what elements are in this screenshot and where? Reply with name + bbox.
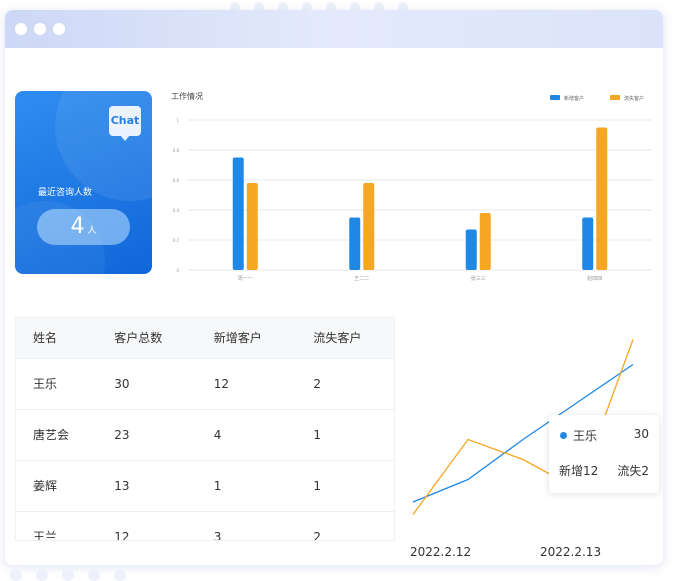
legend-swatch — [610, 95, 620, 100]
x-tick-label: 赵四四 — [587, 275, 602, 282]
cell-name: 姜辉 — [16, 459, 98, 511]
cell-name: 王乐 — [16, 357, 98, 409]
legend-label: 新增客户 — [564, 95, 584, 102]
cell-name: 王兰 — [16, 510, 98, 540]
bar-lost — [479, 213, 491, 270]
window-dot-3[interactable] — [53, 23, 65, 35]
header-name: 姓名 — [16, 318, 98, 358]
x-tick-label: 张三三 — [471, 275, 486, 282]
header-total: 客户总数 — [97, 318, 197, 358]
y-tick-label: 0.4 — [173, 208, 180, 213]
table-row[interactable]: 王乐 30 12 2 — [16, 357, 394, 409]
cell-new: 3 — [196, 510, 297, 540]
x-tick-label: 王二二 — [354, 276, 369, 282]
y-tick-label: 1 — [176, 118, 179, 123]
y-tick-label: 0 — [176, 268, 179, 273]
window-dot-1[interactable] — [15, 23, 27, 35]
legend-label: 流失客户 — [624, 95, 644, 102]
bar-chart-title: 工作情况 — [171, 91, 203, 101]
y-tick-label: 0.6 — [173, 178, 180, 183]
y-tick-label: 0.2 — [173, 238, 180, 243]
cell-total: 12 — [97, 510, 197, 540]
tooltip-lost: 流失2 — [617, 464, 649, 478]
tooltip-series-dot — [560, 432, 567, 439]
table-row[interactable]: 姜辉 13 1 1 — [16, 459, 394, 511]
consult-count-unit: 人 — [87, 226, 97, 236]
cell-lost: 1 — [296, 459, 394, 511]
bar-lost — [596, 127, 608, 270]
chat-icon: Chat — [109, 106, 141, 141]
bar-new — [232, 157, 244, 270]
bar-lost — [246, 183, 258, 270]
y-tick-label: 0.8 — [173, 148, 180, 153]
x-tick-label: 周一一 — [238, 276, 253, 282]
header-new: 新增客户 — [196, 318, 297, 358]
recent-consult-card: Chat 最近咨询人数 4人 — [15, 91, 152, 274]
cell-new: 12 — [196, 357, 297, 409]
table-row[interactable]: 王兰 12 3 2 — [16, 510, 394, 540]
bar-new — [465, 229, 477, 270]
chart-tooltip: 王乐 30 新增12 流失2 — [549, 415, 659, 493]
window-dot-2[interactable] — [34, 23, 46, 35]
bar-lost — [363, 183, 375, 270]
work-status-bar-chart: 工作情况 新增客户 流失客户 0 0.2 0.4 0.6 0.8 1 周一一 王二二 张三三 赵四四 — [171, 91, 653, 282]
consult-count: 4 — [70, 214, 85, 239]
bar-new — [349, 217, 361, 270]
cell-total: 30 — [97, 357, 197, 409]
recent-consult-label: 最近咨询人数 — [38, 188, 93, 198]
decorative-dots-bottom — [10, 569, 126, 581]
tooltip-new: 新增12 — [559, 464, 599, 478]
cell-name: 唐艺会 — [16, 408, 98, 460]
customer-table: 姓名 客户总数 新增客户 流失客户 王乐 30 12 2 唐艺会 23 4 1 … — [15, 317, 395, 541]
cell-lost: 2 — [296, 510, 394, 540]
consult-count-pill: 4人 — [37, 209, 130, 245]
tooltip-total: 30 — [633, 427, 649, 441]
table-row[interactable]: 唐艺会 23 4 1 — [16, 408, 394, 460]
table-header-row: 姓名 客户总数 新增客户 流失客户 — [16, 318, 394, 358]
header-lost: 流失客户 — [296, 318, 394, 358]
app-window: Chat 最近咨询人数 4人 工作情况 新增客户 流失客户 0 0.2 0.4 0.6 0.8… — [5, 10, 663, 565]
window-titlebar — [5, 10, 663, 48]
cell-lost: 1 — [296, 408, 394, 460]
cell-lost: 2 — [296, 357, 394, 409]
tooltip-name: 王乐 — [573, 429, 598, 443]
dashboard-page: Chat 最近咨询人数 4人 工作情况 新增客户 流失客户 0 0.2 0.4 0.6 0.8… — [0, 0, 673, 581]
bar-new — [582, 217, 594, 270]
cell-new: 1 — [196, 459, 297, 511]
line-x-label: 2022.2.13 — [540, 545, 602, 559]
line-x-label: 2022.2.12 — [410, 545, 472, 559]
cell-total: 23 — [97, 408, 197, 460]
cell-total: 13 — [97, 459, 197, 511]
legend-swatch — [550, 95, 560, 100]
cell-new: 4 — [196, 408, 297, 460]
